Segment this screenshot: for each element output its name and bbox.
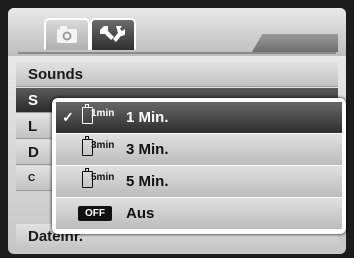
setup-tools-icon: [100, 26, 125, 42]
option-label: 3 Min.: [126, 141, 169, 158]
tab-camera[interactable]: [44, 18, 90, 50]
option-label: 5 Min.: [126, 173, 169, 190]
option-label: 1 Min.: [126, 109, 169, 126]
option-1-min[interactable]: ✓ 1min 1 Min.: [56, 102, 342, 133]
option-sub-label: 1min: [91, 108, 115, 119]
off-icon: OFF: [78, 206, 112, 221]
option-sub-label: 5min: [91, 172, 115, 183]
camera-icon: [57, 26, 77, 43]
tab-bar: [8, 8, 346, 56]
tab-setup[interactable]: [90, 18, 136, 50]
tab-bar-decoration: [252, 34, 338, 52]
tab-bar-divider: [18, 52, 336, 54]
menu-item-sounds[interactable]: Sounds: [16, 62, 338, 87]
checkmark-icon: ✓: [62, 109, 74, 125]
option-sub-label: 3min: [91, 140, 115, 151]
option-5-min[interactable]: 5min 5 Min.: [56, 166, 342, 197]
camera-menu-screen: Sounds S L D C Dateinr. ✓ 1min 1 Min. 3m…: [8, 8, 346, 254]
power-save-popup: ✓ 1min 1 Min. 3min 3 Min. 5min 5 Min. OF…: [52, 98, 346, 234]
option-off[interactable]: OFF Aus: [56, 198, 342, 229]
option-3-min[interactable]: 3min 3 Min.: [56, 134, 342, 165]
option-label: Aus: [126, 205, 155, 222]
